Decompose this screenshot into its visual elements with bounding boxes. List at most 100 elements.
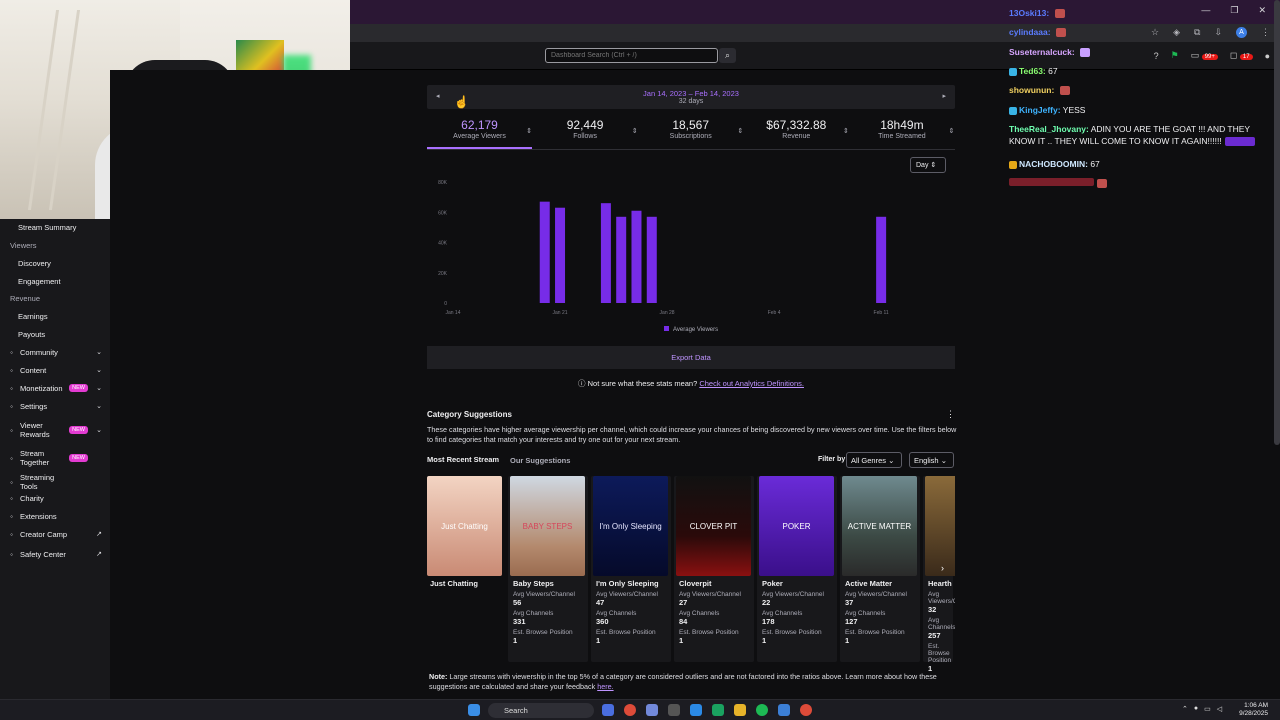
spotify-icon[interactable] <box>756 704 768 716</box>
page-scrollbar[interactable] <box>1274 0 1280 445</box>
avg-channels-label: Avg Channels <box>928 617 955 631</box>
granularity-select[interactable]: Day ⇕ <box>910 157 946 173</box>
maximize-button[interactable]: ❐ <box>1230 5 1238 16</box>
date-range-bar[interactable]: ◂ Jan 14, 2023 – Feb 14, 2023 32 days ▸ <box>427 85 955 109</box>
sidebar-item-viewer-rewards[interactable]: ◦ Viewer Rewards NEW ⌄ <box>0 420 110 440</box>
sidebar-item-extensions[interactable]: ◦ Extensions <box>0 508 110 524</box>
category-card[interactable]: BABY STEPS Baby Steps Avg Viewers/Channel 5… <box>510 476 585 645</box>
next-range-arrow-icon[interactable]: ▸ <box>942 92 946 100</box>
discord-icon[interactable] <box>646 704 658 716</box>
stat-time-streamed[interactable]: 18h49m Time Streamed ⇕ <box>849 118 954 150</box>
minimize-button[interactable]: — <box>1201 5 1210 16</box>
chat-username[interactable]: NACHOBOOMIN: <box>1019 159 1088 169</box>
sidebar-item-earnings[interactable]: Earnings <box>0 308 110 324</box>
download-icon[interactable]: ⇩ <box>1214 27 1222 38</box>
sidebar-item-streaming-tools[interactable]: ◦ Streaming Tools <box>0 472 110 492</box>
taskbar-clock[interactable]: 1:06 AM 9/28/2025 <box>1239 702 1268 718</box>
chat-username[interactable]: KingJeffy: <box>1019 105 1061 115</box>
stat-follows[interactable]: 92,449 Follows ⇕ <box>533 118 638 150</box>
category-card[interactable]: POKER Poker Avg Viewers/Channel 22 Avg Chann… <box>759 476 834 645</box>
genre-select-value: All Genres <box>851 456 887 465</box>
chat-message: Suseternalcuck: <box>1009 46 1091 58</box>
sidebar-item-label: Monetization <box>20 383 63 393</box>
sidebar-item-discovery[interactable]: Discovery <box>0 255 110 271</box>
mouse-cursor-icon: ☝ <box>454 95 469 109</box>
sidebar-item-revenue[interactable]: Revenue <box>0 290 110 306</box>
mic-icon[interactable]: ● <box>1194 705 1198 713</box>
notepad-icon[interactable] <box>778 704 790 716</box>
search-button[interactable]: ⌕ <box>719 48 736 63</box>
copilot-icon[interactable] <box>602 704 614 716</box>
sidebar-item-monetization[interactable]: ◦ Monetization NEW ⌄ <box>0 380 110 396</box>
todo-icon[interactable] <box>690 704 702 716</box>
tray-chevron-icon[interactable]: ⌃ <box>1182 705 1188 713</box>
windows-start-icon[interactable] <box>468 704 480 716</box>
chevron-down-icon: ⌄ <box>96 349 102 356</box>
help-icon[interactable]: ? <box>1154 51 1159 61</box>
puzzle-icon[interactable]: ⧉ <box>1194 27 1200 38</box>
network-icon[interactable]: ▭ <box>1204 705 1211 713</box>
export-data-button[interactable]: Export Data <box>427 346 955 369</box>
chat-username[interactable]: cylindaaa: <box>1009 27 1051 37</box>
window-controls: — ❐ ✕ <box>1201 5 1266 16</box>
stat-revenue[interactable]: $67,332.88 Revenue ⇕ <box>744 118 849 150</box>
sidebar-item-payouts[interactable]: Payouts <box>0 326 110 342</box>
stat-value: 18,567 <box>672 118 710 132</box>
carousel-next-arrow-icon[interactable]: › <box>941 563 944 573</box>
chat-username[interactable]: TheeReal_Jhovany: <box>1009 124 1089 134</box>
extension-icon[interactable]: ◈ <box>1173 27 1180 38</box>
folder-icon[interactable] <box>734 704 746 716</box>
sidebar-item-charity[interactable]: ◦ Charity <box>0 490 110 506</box>
sidebar-item-settings[interactable]: ◦ Settings ⌄ <box>0 398 110 414</box>
sidebar-item-engagement[interactable]: Engagement <box>0 273 110 289</box>
category-card[interactable]: Just Chatting Just Chatting <box>427 476 502 588</box>
browse-position-value: 1 <box>513 636 518 645</box>
category-card[interactable]: ACTIVE MATTER Active Matter Avg Viewers/Ch… <box>842 476 917 645</box>
chrome-active-icon[interactable] <box>800 704 812 716</box>
profile-avatar[interactable]: A <box>1236 27 1247 38</box>
sort-icon: ⇕ <box>737 128 744 135</box>
sidebar-item-label: Discovery <box>18 258 51 268</box>
language-select[interactable]: English ⌄ <box>909 452 954 468</box>
taskbar-search[interactable]: Search <box>488 703 594 718</box>
avatar[interactable]: ● <box>1265 51 1270 61</box>
genre-select[interactable]: All Genres ⌄ <box>846 452 902 468</box>
sort-icon: ⇕ <box>842 128 849 135</box>
sidebar-item-community[interactable]: ◦ Community ⌄ <box>0 344 110 360</box>
more-options-icon[interactable]: ⋮ <box>946 409 955 420</box>
analytics-definitions-link[interactable]: Check out Analytics Definitions. <box>699 379 804 388</box>
stat-subscriptions[interactable]: 18,567 Subscriptions ⇕ <box>638 118 744 150</box>
sidebar-item-safety-center[interactable]: ◦ Safety Center ↗ <box>0 544 110 564</box>
dashboard-search-input[interactable] <box>545 48 718 63</box>
sidebar-item-stream-summary[interactable]: Stream Summary <box>0 219 110 235</box>
whispers-icon[interactable]: ◻ 17 <box>1230 50 1253 61</box>
tab-most-recent-stream[interactable]: Most Recent Stream <box>427 455 499 464</box>
sidebar-item-viewers[interactable]: Viewers <box>0 237 110 253</box>
notifications-icon[interactable]: ▭ 99+ <box>1191 50 1218 61</box>
sidebar-item-label: Settings <box>20 401 48 411</box>
menu-dots-icon[interactable]: ⋮ <box>1261 27 1270 38</box>
sidebar-item-label: Payouts <box>18 329 46 339</box>
sidebar-item-creator-camp[interactable]: ◦ Creator Camp ↗ <box>0 526 110 542</box>
avg-channels-value: 360 <box>596 617 609 626</box>
bits-icon[interactable]: ⚑ <box>1171 50 1179 61</box>
sidebar-item-stream-together[interactable]: ◦ Stream Together NEW <box>0 448 110 468</box>
category-card[interactable]: Hearth Avg Viewers/Channel32 Avg Channels2… <box>925 476 955 673</box>
chat-username[interactable]: Suseternalcuck: <box>1009 47 1075 57</box>
excel-icon[interactable] <box>712 704 724 716</box>
close-button[interactable]: ✕ <box>1258 5 1266 16</box>
note-link[interactable]: here. <box>597 682 613 691</box>
stat-average-viewers[interactable]: 62,179 Average Viewers ⇕ <box>427 118 532 150</box>
chrome-icon[interactable] <box>624 704 636 716</box>
tab-our-suggestions[interactable]: Our Suggestions <box>510 456 570 465</box>
star-icon[interactable]: ☆ <box>1151 27 1159 38</box>
chat-username[interactable]: showunun: <box>1009 85 1054 95</box>
volume-icon[interactable]: ◁ <box>1217 705 1222 713</box>
category-card[interactable]: I'm Only Sleeping I'm Only Sleeping Avg Vi… <box>593 476 668 645</box>
chat-message: showunun: <box>1009 84 1070 96</box>
chat-username[interactable]: 13Oski13: <box>1009 8 1049 18</box>
app-icon[interactable] <box>668 704 680 716</box>
category-card[interactable]: CLOVER PIT Cloverpit Avg Viewers/Channel 27… <box>676 476 751 645</box>
chat-username[interactable]: Ted63: <box>1019 66 1046 76</box>
sidebar-item-content[interactable]: ◦ Content ⌄ <box>0 362 110 378</box>
